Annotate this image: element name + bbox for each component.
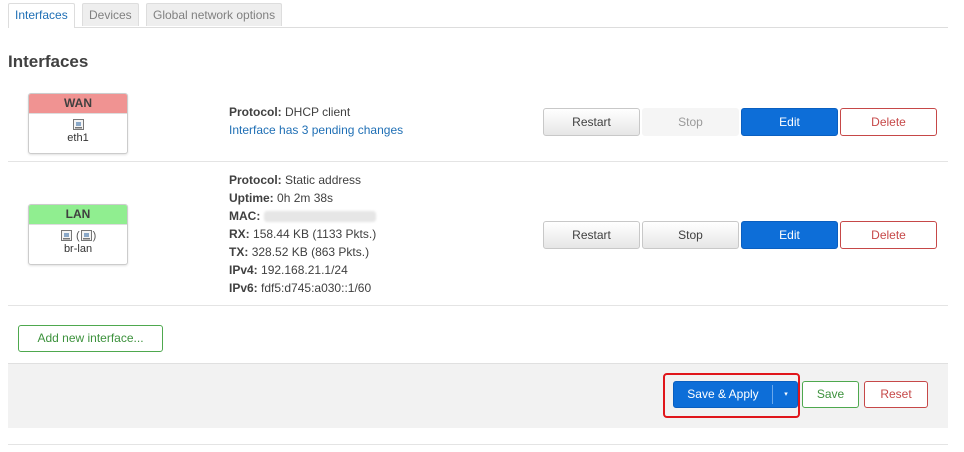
delete-button[interactable]: Delete <box>840 221 937 249</box>
device-name: br-lan <box>63 243 93 256</box>
rx-label: RX: <box>229 227 250 241</box>
ipv4-value: 192.168.21.1/24 <box>261 263 348 277</box>
tx-value: 328.52 KB (863 Pkts.) <box>251 245 370 259</box>
interface-name: WAN <box>29 94 127 113</box>
split-divider <box>772 385 773 404</box>
reset-button[interactable]: Reset <box>864 381 928 408</box>
bridge-close-paren: ) <box>92 230 97 242</box>
bridge-port-icon <box>80 230 92 242</box>
protocol-label: Protocol: <box>229 105 282 119</box>
save-apply-label[interactable]: Save & Apply <box>674 382 772 407</box>
interface-name: LAN <box>29 205 127 224</box>
mac-label: MAC: <box>229 209 261 223</box>
interface-badge-wan: WAN eth1 <box>28 93 128 154</box>
ipv4-label: IPv4: <box>229 263 258 277</box>
tx-label: TX: <box>229 245 249 259</box>
save-button[interactable]: Save <box>802 381 859 408</box>
mac-value-redacted <box>263 211 376 223</box>
chevron-down-icon[interactable]: ▾ <box>774 382 798 407</box>
edit-button[interactable]: Edit <box>741 108 838 136</box>
stop-button[interactable]: Stop <box>642 221 739 249</box>
interface-row-wan: WAN eth1 Protocol: DHCP client Interface… <box>8 86 948 162</box>
divider <box>8 444 948 445</box>
interface-badge-lan: LAN ( ) br-lan <box>28 204 128 265</box>
delete-button[interactable]: Delete <box>840 108 937 136</box>
page-title: Interfaces <box>8 52 89 71</box>
device-name: eth1 <box>67 132 89 145</box>
stop-button[interactable]: Stop <box>642 108 739 136</box>
tab-bar: Interfaces Devices Global network option… <box>8 3 948 28</box>
protocol-label: Protocol: <box>229 173 282 187</box>
restart-button[interactable]: Restart <box>543 108 640 136</box>
edit-button[interactable]: Edit <box>741 221 838 249</box>
add-new-interface-button[interactable]: Add new interface... <box>18 325 163 352</box>
interface-status: Protocol: Static address Uptime: 0h 2m 3… <box>229 171 376 297</box>
rx-value: 158.44 KB (1133 Pkts.) <box>253 227 377 241</box>
ipv6-value: fdf5:d745:a030::1/60 <box>261 281 372 295</box>
ethernet-port-icon <box>60 230 72 242</box>
restart-button[interactable]: Restart <box>543 221 640 249</box>
interface-status: Protocol: DHCP client Interface has 3 pe… <box>229 103 403 139</box>
uptime-label: Uptime: <box>229 191 274 205</box>
save-apply-button[interactable]: Save & Apply ▾ <box>673 381 798 408</box>
uptime-value: 0h 2m 38s <box>277 191 334 205</box>
protocol-value: DHCP client <box>285 105 351 119</box>
tab-devices[interactable]: Devices <box>82 3 139 26</box>
protocol-value: Static address <box>285 173 362 187</box>
interface-row-lan: LAN ( ) br-lan Protocol: Static address … <box>8 162 948 306</box>
tab-global-network-options[interactable]: Global network options <box>146 3 283 26</box>
ethernet-port-icon <box>72 119 84 131</box>
tab-interfaces[interactable]: Interfaces <box>8 3 75 28</box>
pending-changes-link[interactable]: Interface has 3 pending changes <box>229 121 403 139</box>
ipv6-label: IPv6: <box>229 281 258 295</box>
